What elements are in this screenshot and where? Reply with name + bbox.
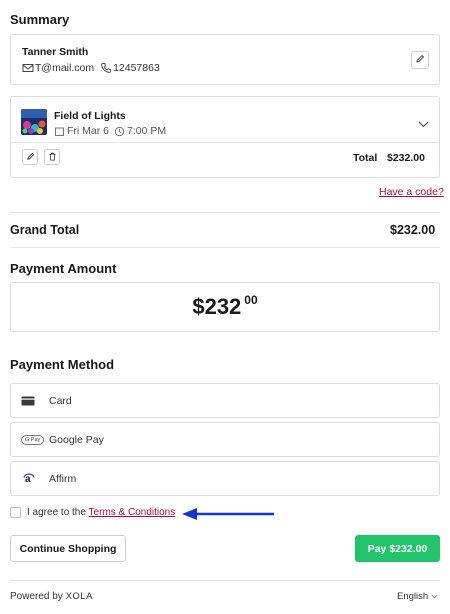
pencil-icon <box>26 148 35 166</box>
grand-total-value: $232.00 <box>390 223 436 237</box>
event-name: Field of Lights <box>54 110 126 122</box>
event-card: Field of Lights Fri Mar 6 7:00 PM Total … <box>10 96 440 178</box>
edit-event-button[interactable] <box>22 149 38 165</box>
payment-option-card[interactable]: Card <box>10 383 440 418</box>
event-date: Fri Mar 6 <box>67 125 109 137</box>
terms-checkbox[interactable] <box>10 507 21 518</box>
divider <box>10 212 440 213</box>
affirm-icon-letter: a <box>25 473 31 485</box>
mail-icon <box>22 62 34 74</box>
customer-email: T@mail.com <box>35 62 95 74</box>
xola-logo: XOLA <box>65 591 93 602</box>
event-datetime: Fri Mar 6 7:00 PM <box>54 125 166 137</box>
google-pay-icon: G Pay <box>21 423 45 456</box>
expand-event-button[interactable] <box>415 117 431 131</box>
chevron-down-icon <box>418 115 429 133</box>
terms-agreement: I agree to the Terms & Conditions <box>27 507 175 518</box>
chevron-down-icon <box>431 591 438 602</box>
event-total-label: Total <box>353 152 378 164</box>
customer-contact: T@mail.com 12457863 <box>22 62 160 74</box>
edit-customer-button[interactable] <box>411 51 429 69</box>
continue-shopping-label: Continue Shopping <box>19 542 117 555</box>
credit-card-icon <box>21 384 35 417</box>
payment-option-affirm[interactable]: a Affirm <box>10 461 440 496</box>
amount-dollars: $232 <box>192 294 242 319</box>
affirm-icon: a <box>23 462 35 495</box>
payment-option-google-pay[interactable]: G Pay Google Pay <box>10 422 440 457</box>
powered-by-text: Powered by <box>10 591 63 602</box>
customer-phone: 12457863 <box>113 62 160 74</box>
phone-icon <box>100 62 112 74</box>
google-pay-icon-text: G Pay <box>21 434 45 445</box>
pay-button-label: Pay $232.00 <box>367 542 428 555</box>
customer-card: Tanner Smith T@mail.com 12457863 <box>10 34 440 85</box>
payment-option-label: Google Pay <box>49 433 104 446</box>
continue-shopping-button[interactable]: Continue Shopping <box>10 535 126 562</box>
payment-option-label: Card <box>49 394 72 407</box>
grand-total-label: Grand Total <box>10 223 80 237</box>
language-label: English <box>397 591 429 602</box>
divider <box>10 247 440 248</box>
payment-method-title: Payment Method <box>10 357 115 372</box>
pencil-icon <box>415 51 425 69</box>
clock-icon <box>114 126 125 137</box>
summary-title: Summary <box>10 12 70 27</box>
delete-event-button[interactable] <box>44 149 60 165</box>
powered-by: Powered by XOLA <box>10 591 93 602</box>
pay-button[interactable]: Pay $232.00 <box>355 535 440 562</box>
terms-prefix: I agree to the <box>27 507 86 518</box>
trash-icon <box>48 148 57 166</box>
amount-cents: 00 <box>244 293 258 307</box>
have-a-code-link[interactable]: Have a code? <box>379 186 444 198</box>
event-thumbnail <box>21 109 47 135</box>
payment-amount-title: Payment Amount <box>10 261 117 276</box>
event-card-divider <box>11 142 439 143</box>
annotation-arrow <box>181 507 276 521</box>
event-total-value: $232.00 <box>387 152 425 164</box>
payment-amount-box: $232 00 <box>10 282 440 332</box>
terms-link[interactable]: Terms & Conditions <box>89 507 176 518</box>
customer-name: Tanner Smith <box>22 46 89 58</box>
language-selector[interactable]: English <box>397 591 438 602</box>
event-time: 7:00 PM <box>127 125 167 137</box>
calendar-icon <box>54 126 65 137</box>
payment-option-label: Affirm <box>49 472 77 485</box>
divider <box>10 580 440 581</box>
